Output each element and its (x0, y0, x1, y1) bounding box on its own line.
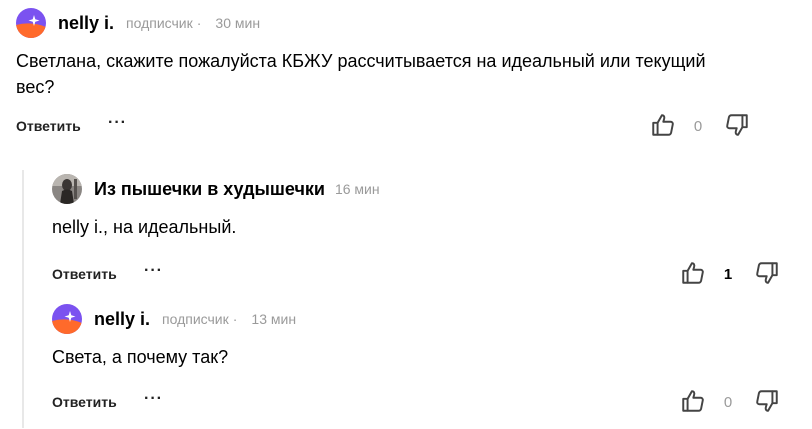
vote-count: 1 (723, 266, 733, 283)
more-options-button[interactable]: ··· (108, 114, 127, 132)
vote-controls: 0 (680, 388, 780, 418)
thumbs-up-icon[interactable] (680, 388, 706, 414)
author-name[interactable]: Из пышечки в худышечки (94, 179, 325, 200)
comment-actions: Ответить ··· 1 (52, 260, 792, 290)
author-name[interactable]: nelly i. (58, 13, 114, 34)
comment-text: nelly i., на идеальный. (52, 217, 237, 237)
nelly-avatar-icon (16, 8, 46, 38)
timestamp: 30 мин (215, 15, 261, 31)
timestamp: 13 мин (251, 311, 297, 327)
vote-controls: 1 (680, 260, 780, 290)
nelly-avatar-icon (52, 304, 82, 334)
reply-comment: Из пышечки в худышечки 16 мин nelly i., … (52, 172, 792, 290)
more-options-button[interactable]: ··· (144, 390, 163, 408)
thumbs-down-icon[interactable] (754, 388, 780, 414)
thread-line (22, 170, 24, 428)
more-options-button[interactable]: ··· (144, 262, 163, 280)
vote-count: 0 (723, 394, 733, 411)
author-name[interactable]: nelly i. (94, 309, 150, 330)
comment-header: nelly i. подписчик · 13 мин (52, 302, 792, 336)
reply-button[interactable]: Ответить (52, 266, 117, 282)
avatar[interactable] (52, 174, 82, 204)
thumbs-up-icon[interactable] (650, 112, 676, 138)
avatar[interactable] (16, 8, 46, 38)
comment-actions: Ответить ··· 0 (52, 388, 792, 418)
subscriber-status: подписчик · (162, 311, 238, 327)
reply-comment: nelly i. подписчик · 13 мин Света, а поче… (52, 302, 792, 418)
comment: nelly i. подписчик · 30 мин Светлана, ска… (16, 6, 796, 142)
vote-controls: 0 (650, 112, 750, 142)
thumbs-down-icon[interactable] (754, 260, 780, 286)
subscriber-status: подписчик · (126, 15, 202, 31)
comment-actions: Ответить ··· 0 (16, 112, 796, 142)
reply-button[interactable]: Ответить (16, 118, 81, 134)
reply-button[interactable]: Ответить (52, 394, 117, 410)
comment-text: Света, а почему так? (52, 347, 229, 367)
avatar[interactable] (52, 304, 82, 334)
timestamp: 16 мин (334, 181, 380, 197)
comment-header: Из пышечки в худышечки 16 мин (52, 172, 792, 206)
photo-avatar (52, 174, 82, 204)
thumbs-up-icon[interactable] (680, 260, 706, 286)
comment-text: Светлана, скажите пожалуйста КБЖУ рассчи… (16, 51, 706, 97)
thumbs-down-icon[interactable] (724, 112, 750, 138)
comment-header: nelly i. подписчик · 30 мин (16, 6, 796, 40)
vote-count: 0 (693, 118, 703, 135)
